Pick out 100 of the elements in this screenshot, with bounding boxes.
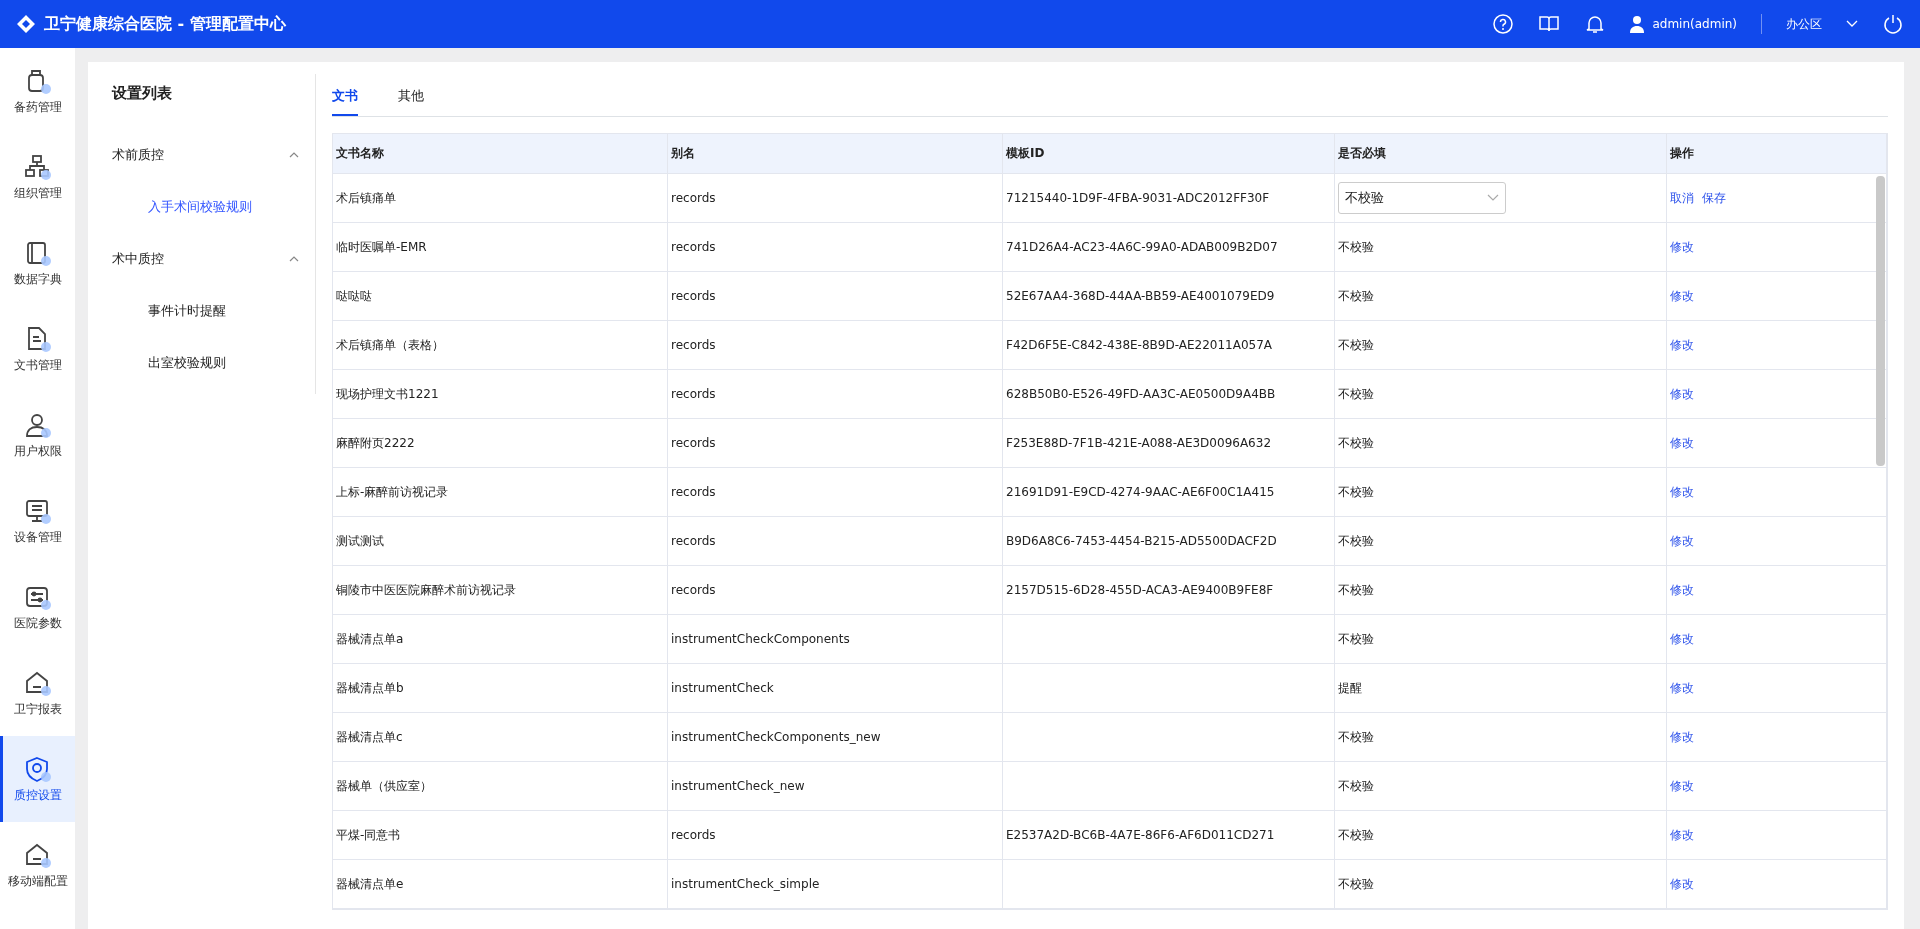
nav-item[interactable]: 医院参数 xyxy=(0,564,75,650)
table-cell: F42D6F5E-C842-438E-8B9D-AE22011A057A xyxy=(1003,320,1335,370)
table-cell: 不校验 xyxy=(1335,418,1667,468)
table-cell: 不校验 xyxy=(1335,222,1667,272)
action-link[interactable]: 修改 xyxy=(1670,433,1694,452)
nav-item[interactable]: 组织管理 xyxy=(0,134,75,220)
nav-item[interactable]: 用户权限 xyxy=(0,392,75,478)
action-link[interactable]: 修改 xyxy=(1670,629,1694,648)
table-cell: instrumentCheck xyxy=(668,663,1003,713)
nav-item[interactable]: 备药管理 xyxy=(0,48,75,134)
table-cell: instrumentCheck_new xyxy=(668,761,1003,811)
caret-icon[interactable] xyxy=(1846,20,1858,28)
action-link[interactable]: 修改 xyxy=(1670,776,1694,795)
table-cell: 测试测试 xyxy=(333,516,668,566)
workspace-label[interactable]: 办公区 xyxy=(1786,15,1822,33)
table-cell: 提醒 xyxy=(1335,663,1667,713)
table-cell: 不校验 xyxy=(1335,516,1667,566)
table-cell: 21691D91-E9CD-4274-9AAC-AE6F00C1A415 xyxy=(1003,467,1335,517)
table-cell: 不校验 xyxy=(1335,271,1667,321)
table-cell: 哒哒哒 xyxy=(333,271,668,321)
group-header[interactable]: 术中质控 xyxy=(112,232,299,285)
logo-icon xyxy=(16,14,36,34)
action-link[interactable]: 修改 xyxy=(1670,874,1694,893)
app-title: 卫宁健康综合医院 - 管理配置中心 xyxy=(44,13,286,35)
table-cell: 器械清点单a xyxy=(333,614,668,664)
action-link[interactable]: 修改 xyxy=(1670,727,1694,746)
table-cell: 628B50B0-E526-49FD-AA3C-AE0500D9A4BB xyxy=(1003,369,1335,419)
column-header: 操作 xyxy=(1667,133,1887,174)
settings-item[interactable]: 入手术间校验规则 xyxy=(112,180,299,233)
table-cell: 铜陵市中医医院麻醉术前访视记录 xyxy=(333,565,668,615)
help-icon[interactable] xyxy=(1492,13,1515,35)
action-link[interactable]: 修改 xyxy=(1670,580,1694,599)
table-cell: 52E67AA4-368D-44AA-BB59-AE4001079ED9 xyxy=(1003,271,1335,321)
table-cell: records xyxy=(668,271,1003,321)
action-link[interactable]: 修改 xyxy=(1670,286,1694,305)
user-icon xyxy=(1630,15,1645,33)
table-cell: 不校验 xyxy=(1335,712,1667,762)
settings-title: 设置列表 xyxy=(112,83,173,104)
user-name[interactable]: admin(admin) xyxy=(1652,15,1737,33)
table-cell: 不校验 xyxy=(1335,810,1667,860)
table-cell: 平煤-同意书 xyxy=(333,810,668,860)
table-cell: instrumentCheck_simple xyxy=(668,859,1003,909)
table-cell: 器械清点单c xyxy=(333,712,668,762)
nav-item[interactable]: 卫宁报表 xyxy=(0,650,75,736)
table-cell: 麻醉附页2222 xyxy=(333,418,668,468)
table-cell: records xyxy=(668,810,1003,860)
table-cell: 2157D515-6D28-455D-ACA3-AE9400B9FE8F xyxy=(1003,565,1335,615)
chevron-icon xyxy=(289,255,299,262)
table-cell: records xyxy=(668,418,1003,468)
nav-item[interactable]: 质控设置 xyxy=(0,736,75,822)
action-link[interactable]: 修改 xyxy=(1670,825,1694,844)
power-icon[interactable] xyxy=(1882,13,1904,35)
table-cell: 上标-麻醉前访视记录 xyxy=(333,467,668,517)
tab[interactable]: 文书 xyxy=(332,86,358,116)
caret-icon xyxy=(1487,194,1499,201)
table-cell: B9D6A8C6-7453-4454-B215-AD5500DACF2D xyxy=(1003,516,1335,566)
action-link[interactable]: 修改 xyxy=(1670,384,1694,403)
table-cell: 不校验 xyxy=(1335,320,1667,370)
table-cell: records xyxy=(668,222,1003,272)
action-link[interactable]: 修改 xyxy=(1670,678,1694,697)
action-link[interactable]: 修改 xyxy=(1670,237,1694,256)
action-link[interactable]: 保存 xyxy=(1702,188,1726,207)
table-cell: E2537A2D-BC6B-4A7E-86F6-AF6D011CD271 xyxy=(1003,810,1335,860)
tab[interactable]: 其他 xyxy=(398,86,424,116)
table-cell: instrumentCheckComponents xyxy=(668,614,1003,664)
action-link[interactable]: 修改 xyxy=(1670,335,1694,354)
table-cell: 器械清点单e xyxy=(333,859,668,909)
action-link[interactable]: 取消 xyxy=(1670,188,1694,207)
nav-item[interactable]: 设备管理 xyxy=(0,478,75,564)
column-header: 是否必填 xyxy=(1335,133,1667,174)
table-cell: 不校验 xyxy=(1335,614,1667,664)
nav-item[interactable]: 移动端配置 xyxy=(0,822,75,908)
table-cell: 不校验 xyxy=(1335,467,1667,517)
action-link[interactable]: 修改 xyxy=(1670,482,1694,501)
table-cell: F253E88D-7F1B-421E-A088-AE3D0096A632 xyxy=(1003,418,1335,468)
settings-item[interactable]: 出室校验规则 xyxy=(112,336,299,389)
table-cell: 术后镇痛单（表格） xyxy=(333,320,668,370)
nav-item[interactable]: 数据字典 xyxy=(0,220,75,306)
group-header[interactable]: 术前质控 xyxy=(112,128,299,181)
column-header: 别名 xyxy=(668,133,1003,174)
table-cell: 器械单（供应室） xyxy=(333,761,668,811)
table-cell: records xyxy=(668,173,1003,223)
table-cell: records xyxy=(668,369,1003,419)
table-cell: 术后镇痛单 xyxy=(333,173,668,223)
table-cell: 临时医嘱单-EMR xyxy=(333,222,668,272)
chevron-icon xyxy=(289,151,299,158)
nav-item[interactable]: 文书管理 xyxy=(0,306,75,392)
table-cell: 741D26A4-AC23-4A6C-99A0-ADAB009B2D07 xyxy=(1003,222,1335,272)
table-cell: 不校验 xyxy=(1335,565,1667,615)
table-cell: 不校验 xyxy=(1335,369,1667,419)
select-field[interactable]: 不校验 xyxy=(1338,181,1506,214)
action-link[interactable]: 修改 xyxy=(1670,531,1694,550)
table-cell: records xyxy=(668,516,1003,566)
table-cell: records xyxy=(668,565,1003,615)
settings-item[interactable]: 事件计时提醒 xyxy=(112,284,299,337)
table-cell: instrumentCheckComponents_new xyxy=(668,712,1003,762)
column-header: 文书名称 xyxy=(333,133,668,174)
table-cell: 不校验 xyxy=(1335,859,1667,909)
column-header: 模板ID xyxy=(1003,133,1335,174)
table-cell: 71215440-1D9F-4FBA-9031-ADC2012FF30F xyxy=(1003,173,1335,223)
